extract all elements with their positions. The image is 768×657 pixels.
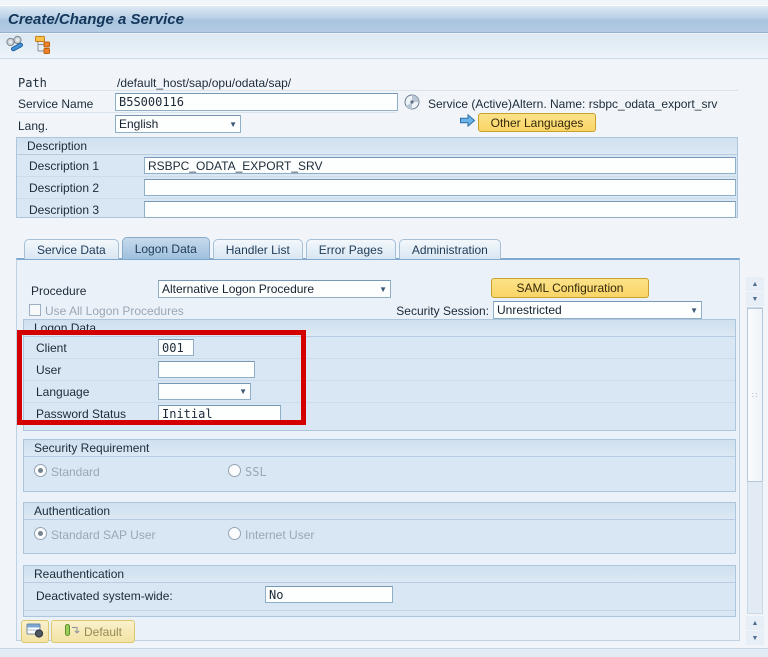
- description-row-3: Description 3: [17, 199, 737, 221]
- page-title: Create/Change a Service: [0, 11, 184, 28]
- chevron-down-icon: ▼: [375, 285, 387, 294]
- deactivated-input[interactable]: [265, 586, 393, 603]
- service-altern-name: Altern. Name: rsbpc_odata_export_srv: [512, 97, 717, 111]
- standard-sap-user-label: Standard SAP User: [51, 528, 156, 542]
- tab-strip: Service Data Logon Data Handler List Err…: [24, 237, 501, 259]
- default-button[interactable]: Default: [51, 620, 135, 643]
- other-languages-button[interactable]: Other Languages: [478, 113, 596, 132]
- ssl-radio-label: SSL: [245, 465, 267, 479]
- logon-data-group: Logon Data Client User Language ▼ Passwo…: [23, 319, 736, 431]
- internet-user-label: Internet User: [245, 528, 314, 542]
- security-requirement-header-label: Security Requirement: [34, 441, 149, 455]
- scrollbar-thumb[interactable]: ∷: [747, 308, 763, 482]
- password-status-row: Password Status: [24, 403, 735, 425]
- password-status-input[interactable]: [158, 405, 281, 422]
- use-all-logon-checkbox[interactable]: [29, 304, 41, 316]
- application-toolbar: [0, 34, 768, 59]
- scroll-up-bottom-icon[interactable]: ▲: [746, 616, 764, 630]
- description-group: Description Description 1 Description 2 …: [16, 137, 738, 218]
- path-label: Path: [18, 76, 47, 90]
- tab-service-data[interactable]: Service Data: [24, 239, 119, 259]
- chevron-down-icon: ▼: [235, 387, 247, 396]
- hierarchy-icon: [33, 35, 53, 57]
- ssl-radio[interactable]: [228, 464, 241, 477]
- reauthentication-header: Reauthentication: [24, 566, 735, 583]
- tab-logon-data[interactable]: Logon Data: [122, 237, 210, 259]
- logon-data-header-label: Logon Data: [34, 321, 96, 335]
- authentication-group: Authentication Standard SAP User Interne…: [23, 502, 736, 554]
- description-3-input[interactable]: [144, 201, 736, 218]
- language-row: Language ▼: [24, 381, 735, 403]
- arrow-right-icon: [459, 113, 476, 131]
- scroll-down-icon[interactable]: ▼: [746, 292, 764, 306]
- security-session-value: Unrestricted: [497, 303, 562, 317]
- client-input[interactable]: [158, 339, 194, 356]
- scroll-down-bottom-icon[interactable]: ▼: [746, 631, 764, 645]
- table-icon: [26, 622, 44, 641]
- procedure-label: Procedure: [31, 284, 86, 298]
- procedure-value: Alternative Logon Procedure: [162, 282, 314, 296]
- service-active-icon: [403, 93, 421, 114]
- chevron-down-icon: ▼: [225, 120, 237, 129]
- language-dropdown[interactable]: ▼: [158, 383, 251, 400]
- client-label: Client: [36, 341, 67, 355]
- user-label: User: [36, 363, 61, 377]
- service-status-text: Service (Active): [428, 97, 512, 111]
- internet-user-radio[interactable]: [228, 527, 241, 540]
- language-label: Language: [36, 385, 89, 399]
- sap-window: Create/Change a Service: [0, 0, 768, 657]
- description-1-input[interactable]: [144, 157, 736, 174]
- security-session-dropdown[interactable]: Unrestricted ▼: [493, 301, 702, 319]
- description-group-header: Description: [17, 138, 737, 155]
- reauthentication-header-label: Reauthentication: [34, 567, 124, 581]
- vertical-scrollbar: ▲ ▼ ∷ ▲ ▼: [746, 277, 764, 646]
- window-bottom-edge: [0, 648, 768, 657]
- description-header-label: Description: [27, 139, 87, 153]
- service-name-input[interactable]: [115, 93, 398, 111]
- lang-value: English: [119, 117, 158, 131]
- default-button-label: Default: [84, 625, 122, 639]
- standard-radio[interactable]: [34, 464, 47, 477]
- standard-radio-label: Standard: [51, 465, 100, 479]
- logon-data-panel: Procedure Alternative Logon Procedure ▼ …: [16, 258, 740, 641]
- description-1-label: Description 1: [29, 159, 99, 173]
- hierarchy-button[interactable]: [32, 36, 54, 57]
- security-requirement-group: Security Requirement Standard SSL: [23, 439, 736, 492]
- description-3-label: Description 3: [29, 203, 99, 217]
- lang-label: Lang.: [18, 119, 48, 133]
- password-status-label: Password Status: [36, 407, 126, 421]
- saml-configuration-button[interactable]: SAML Configuration: [491, 278, 649, 298]
- authentication-header: Authentication: [24, 503, 735, 520]
- tab-error-pages[interactable]: Error Pages: [306, 239, 396, 259]
- display-change-button[interactable]: [4, 36, 26, 57]
- tab-handler-list[interactable]: Handler List: [213, 239, 303, 259]
- user-row: User: [24, 359, 735, 381]
- client-row: Client: [24, 337, 735, 359]
- user-input[interactable]: [158, 361, 255, 378]
- logon-data-group-header: Logon Data: [24, 320, 735, 337]
- procedure-dropdown[interactable]: Alternative Logon Procedure ▼: [158, 280, 391, 298]
- description-row-2: Description 2: [17, 177, 737, 199]
- description-row-1: Description 1: [17, 155, 737, 177]
- reauthentication-group: Reauthentication Deactivated system-wide…: [23, 565, 736, 617]
- window-titlebar: Create/Change a Service: [0, 5, 768, 33]
- lang-dropdown[interactable]: English ▼: [115, 115, 241, 133]
- authentication-header-label: Authentication: [34, 504, 110, 518]
- security-requirement-header: Security Requirement: [24, 440, 735, 457]
- scroll-up-icon[interactable]: ▲: [746, 277, 764, 291]
- description-2-label: Description 2: [29, 181, 99, 195]
- standard-sap-user-radio[interactable]: [34, 527, 47, 540]
- chevron-down-icon: ▼: [686, 306, 698, 315]
- display-change-icon: [5, 35, 25, 57]
- default-icon: [64, 623, 80, 641]
- path-value: /default_host/sap/opu/odata/sap/: [117, 76, 291, 90]
- tab-administration[interactable]: Administration: [399, 239, 501, 259]
- deactivated-label: Deactivated system-wide:: [36, 589, 173, 603]
- description-2-input[interactable]: [144, 179, 736, 196]
- table-settings-button[interactable]: [21, 620, 49, 643]
- use-all-logon-label: Use All Logon Procedures: [45, 304, 184, 318]
- service-name-label: Service Name: [18, 97, 93, 111]
- security-session-label: Security Session:: [327, 304, 489, 318]
